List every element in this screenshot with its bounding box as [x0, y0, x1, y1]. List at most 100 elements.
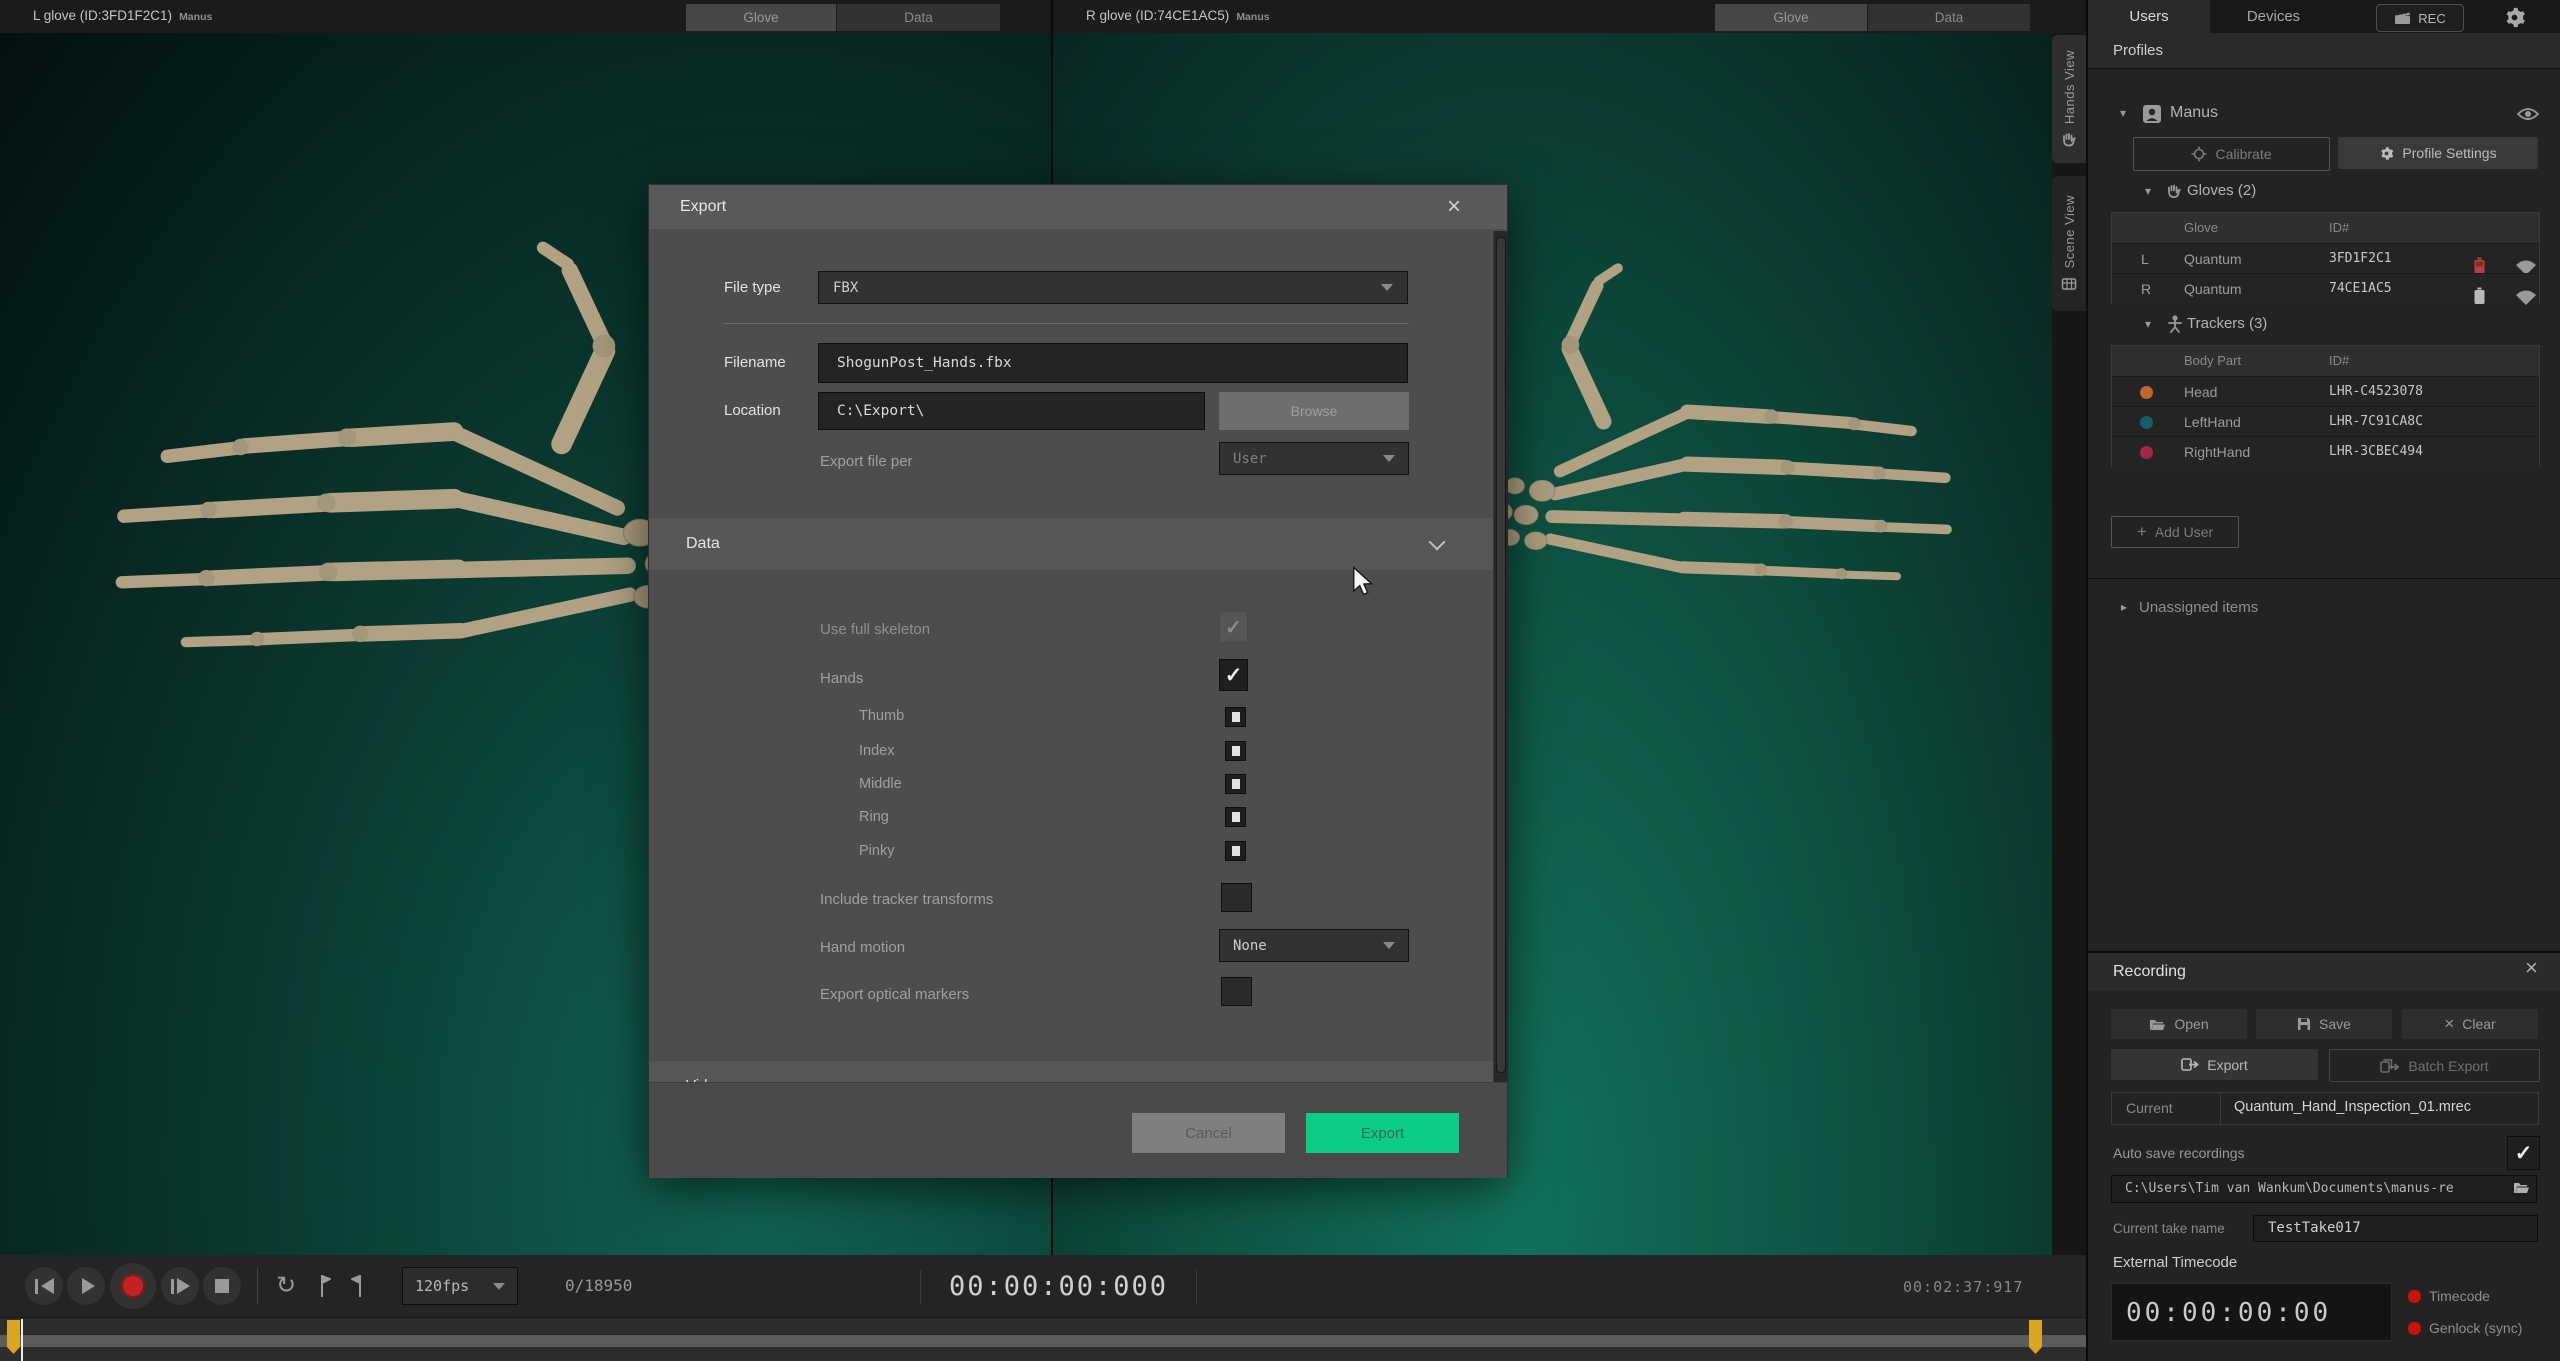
autosave-checkbox[interactable]: ✓ [2507, 1136, 2540, 1170]
export-dialog-titlebar[interactable]: Export [649, 185, 1507, 229]
dialog-scrollbar-thumb[interactable] [1496, 237, 1506, 1073]
ring-checkbox[interactable] [1225, 807, 1246, 827]
index-checkbox[interactable] [1225, 741, 1246, 761]
file-type-label: File type [724, 279, 781, 296]
marker-in-flag-icon[interactable] [318, 1273, 332, 1299]
location-input[interactable]: C:\Export\ [818, 392, 1205, 430]
transport-separator [257, 1268, 258, 1304]
transport-bar: ↻ 120fps 0/18950 00:00:00:000 00:02:37:9… [0, 1255, 2086, 1317]
playhead-line[interactable] [21, 1319, 23, 1361]
check-icon: ✓ [1225, 663, 1243, 688]
step-back-button[interactable] [25, 1267, 63, 1305]
recording-export-label: Export [2207, 1057, 2247, 1073]
external-timecode-display: 00:00:00:00 [2111, 1283, 2392, 1341]
battery-ok-icon [2474, 281, 2485, 311]
user-profile-icon [2142, 104, 2162, 124]
tracker-row-righthand[interactable]: RightHand LHR-3CBEC494 [2112, 436, 2539, 467]
file-type-dropdown[interactable]: FBX [818, 271, 1408, 304]
hand-motion-dropdown[interactable]: None [1219, 929, 1409, 962]
path-browse-folder-icon[interactable] [2513, 1181, 2530, 1194]
right-tab-data[interactable]: Data [1868, 4, 2030, 31]
recording-close-icon[interactable]: × [2525, 957, 2538, 979]
eye-visibility-icon[interactable] [2516, 106, 2540, 122]
middle-checkbox[interactable] [1225, 774, 1246, 794]
tracker-row-lefthand[interactable]: LeftHand LHR-7C91CA8C [2112, 406, 2539, 437]
export-dialog: Export × File type FBX Filename ShogunPo… [648, 184, 1508, 1178]
thumb-checkbox[interactable] [1225, 707, 1246, 727]
unassigned-items-row[interactable]: ▸ Unassigned items [2088, 596, 2560, 622]
cancel-button[interactable]: Cancel [1132, 1113, 1285, 1153]
trackers-group-label: Trackers (3) [2187, 315, 2267, 332]
profile-row-manus[interactable]: ▾ Manus [2088, 98, 2560, 130]
trackers-group-header[interactable]: ▾ Trackers (3) [2088, 313, 2560, 337]
hands-view-label: Hands View [2062, 50, 2077, 124]
right-tab-glove[interactable]: Glove [1715, 4, 1867, 31]
unassigned-caret[interactable]: ▸ [2121, 600, 2127, 614]
recording-open-button[interactable]: Open [2111, 1009, 2247, 1039]
data-section-header[interactable]: Data [649, 518, 1507, 570]
current-recording-row: Current Quantum_Hand_Inspection_01.mrec [2111, 1092, 2539, 1125]
pinky-checkbox[interactable] [1225, 841, 1246, 861]
left-tab-glove[interactable]: Glove [686, 4, 836, 31]
recording-clear-button[interactable]: × Clear [2402, 1009, 2538, 1039]
include-tracker-transforms-checkbox[interactable] [1221, 883, 1252, 912]
take-name-field[interactable]: TestTake017 [2253, 1215, 2538, 1242]
file-type-value: FBX [833, 280, 858, 296]
autosave-path-field[interactable]: C:\Users\Tim van Wankum\Documents\manus-… [2111, 1175, 2537, 1203]
profile-settings-gear-icon [2379, 146, 2394, 161]
filename-input[interactable]: ShogunPost_Hands.fbx [818, 343, 1408, 383]
left-tab-data[interactable]: Data [837, 4, 1000, 31]
video-section-header-partial[interactable]: Video [649, 1061, 1507, 1082]
recording-save-button[interactable]: Save [2256, 1009, 2392, 1039]
right-skeletal-hand-illustration [1468, 258, 1968, 688]
thumb-label: Thumb [859, 708, 904, 724]
end-timecode: 00:02:37:917 [1903, 1278, 2023, 1296]
clapperboard-icon [2394, 11, 2411, 25]
tracker-color-dot [2140, 416, 2153, 429]
marker-out-flag-icon[interactable] [350, 1273, 364, 1299]
dialog-scrollbar-track[interactable] [1493, 231, 1508, 1082]
loop-icon[interactable]: ↻ [276, 1271, 296, 1300]
calibrate-button[interactable]: Calibrate [2133, 137, 2330, 171]
square-check-icon [1232, 746, 1240, 756]
end-marker-flag-icon[interactable] [2028, 1320, 2042, 1356]
stop-button[interactable] [203, 1267, 241, 1305]
gloves-collapse-caret[interactable]: ▾ [2145, 184, 2151, 198]
use-full-skeleton-label: Use full skeleton [820, 621, 930, 638]
step-forward-button[interactable] [161, 1267, 199, 1305]
tab-devices[interactable]: Devices [2210, 0, 2337, 33]
fps-dropdown[interactable]: 120fps [402, 1267, 518, 1305]
record-button[interactable] [110, 1263, 156, 1309]
tracker-id: LHR-C4523078 [2329, 377, 2423, 407]
tab-scene-view[interactable]: Scene View [2052, 176, 2086, 311]
tab-hands-view[interactable]: Hands View [2052, 35, 2086, 163]
current-recording-name: Quantum_Hand_Inspection_01.mrec [2234, 1099, 2471, 1115]
export-optical-markers-label: Export optical markers [820, 986, 969, 1003]
recording-export-button[interactable]: Export [2111, 1049, 2318, 1080]
right-viewport-header: R glove (ID:74CE1AC5)Manus Glove Data [1053, 0, 2086, 33]
gloves-group-header[interactable]: ▾ Gloves (2) [2088, 180, 2560, 204]
export-confirm-button[interactable]: Export [1306, 1113, 1459, 1153]
hands-checkbox[interactable]: ✓ [1219, 659, 1248, 691]
play-button[interactable] [67, 1267, 105, 1305]
export-file-per-dropdown[interactable]: User [1219, 442, 1409, 475]
rec-button[interactable]: REC [2376, 4, 2464, 32]
profile-collapse-caret[interactable]: ▾ [2120, 106, 2126, 120]
timeline-track[interactable] [0, 1317, 2086, 1361]
tracker-row-head[interactable]: Head LHR-C4523078 [2112, 376, 2539, 407]
export-dialog-close-icon[interactable]: × [1447, 185, 1461, 229]
glove-row-left[interactable]: L Quantum 3FD1F2C1 [2112, 243, 2539, 274]
glove-name: Quantum [2184, 274, 2242, 304]
tab-users[interactable]: Users [2088, 0, 2210, 33]
glove-row-right[interactable]: R Quantum 74CE1AC5 [2112, 273, 2539, 304]
browse-button[interactable]: Browse [1219, 392, 1409, 430]
trackers-collapse-caret[interactable]: ▾ [2145, 317, 2151, 331]
add-user-button[interactable]: + Add User [2111, 516, 2239, 548]
glove-id: 74CE1AC5 [2329, 274, 2392, 304]
export-optical-markers-checkbox[interactable] [1221, 977, 1252, 1006]
profile-settings-button[interactable]: Profile Settings [2338, 137, 2538, 169]
batch-export-button[interactable]: Batch Export [2329, 1049, 2540, 1082]
playhead-flag-icon[interactable] [7, 1320, 21, 1356]
settings-gear-icon[interactable] [2503, 6, 2526, 29]
square-check-icon [1232, 812, 1240, 822]
